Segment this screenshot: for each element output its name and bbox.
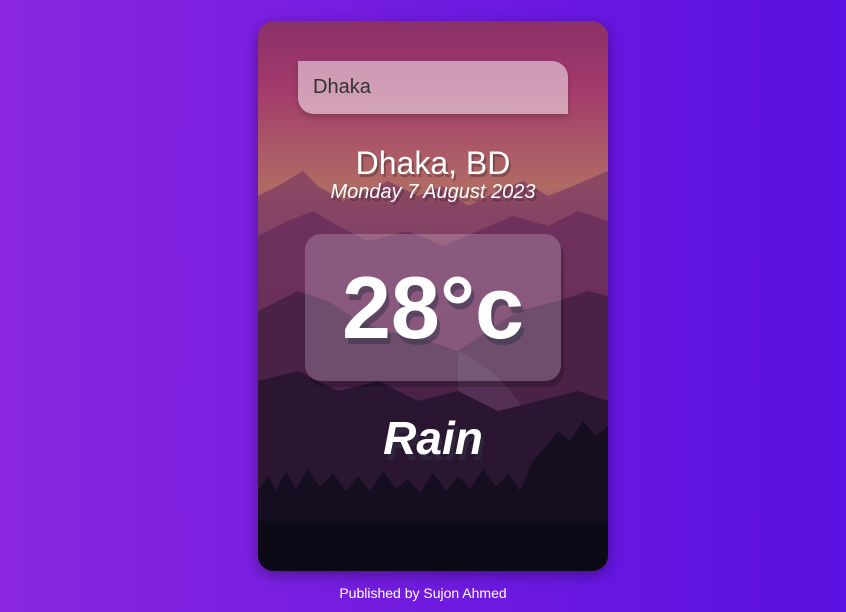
weather-card: Dhaka, BD Monday 7 August 2023 28°c Rain xyxy=(258,21,608,571)
location-label: Dhaka, BD xyxy=(355,145,511,181)
weather-condition: Rain xyxy=(383,412,483,464)
search-input[interactable] xyxy=(298,61,568,114)
temperature-box: 28°c xyxy=(305,234,561,381)
temperature-value: 28°c xyxy=(341,258,524,357)
date-label: Monday 7 August 2023 xyxy=(330,181,536,203)
footer-credit: Published by Sujon Ahmed xyxy=(339,585,507,601)
